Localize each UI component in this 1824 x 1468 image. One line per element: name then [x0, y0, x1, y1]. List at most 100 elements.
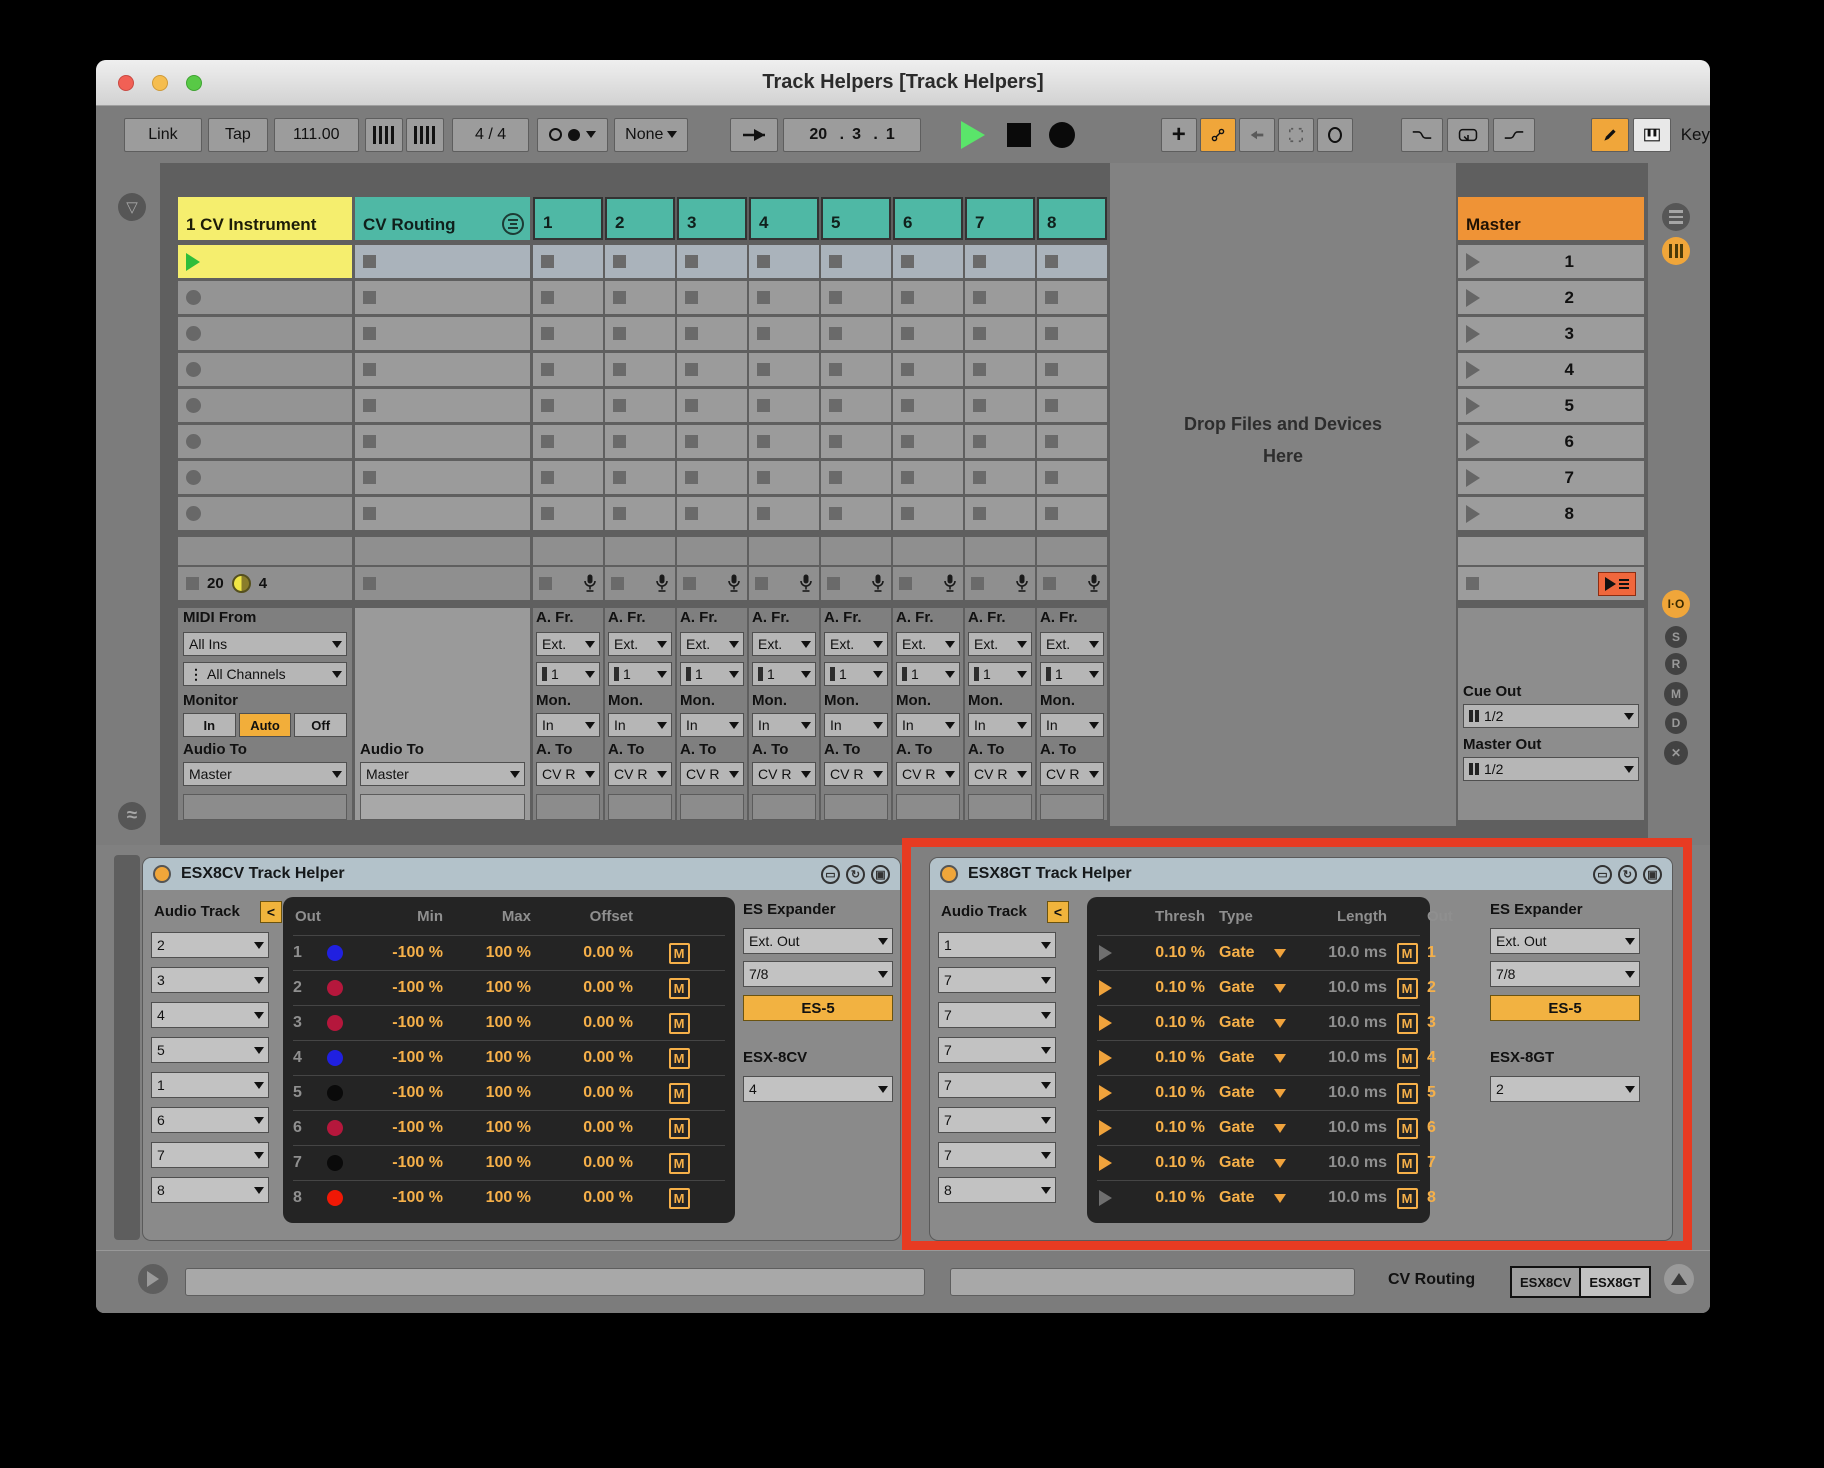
clip-stop-icon[interactable]	[541, 291, 554, 304]
clip-stop-icon[interactable]	[829, 399, 842, 412]
clip-slot[interactable]	[749, 281, 819, 314]
clip-slot[interactable]	[893, 281, 963, 314]
type-dropdown-icon[interactable]	[1274, 1194, 1286, 1203]
length-value[interactable]: 10.0 ms	[1293, 1014, 1387, 1032]
clip-stop-icon[interactable]	[973, 507, 986, 520]
clip-slot[interactable]	[749, 317, 819, 350]
loop-region-button[interactable]	[1447, 118, 1489, 152]
clip-slot[interactable]	[178, 497, 352, 530]
length-value[interactable]: 10.0 ms	[1293, 1084, 1387, 1102]
min-value[interactable]: -100 %	[355, 1154, 443, 1172]
group-slot[interactable]	[355, 461, 530, 494]
length-value[interactable]: 10.0 ms	[1293, 944, 1387, 962]
clip-slot[interactable]	[893, 245, 963, 278]
midi-from-select[interactable]: All Ins	[183, 632, 347, 656]
audio-track-select[interactable]: 7	[938, 1142, 1056, 1168]
clip-stop-icon[interactable]	[1045, 291, 1058, 304]
save-icon[interactable]: ▣	[871, 865, 890, 884]
clip-stop-icon[interactable]	[613, 327, 626, 340]
track-stop-button[interactable]	[683, 577, 696, 590]
tap-tempo-button[interactable]: Tap	[208, 118, 268, 152]
input-channel-select[interactable]: 1	[680, 662, 744, 686]
mute-button[interactable]: M	[1397, 1118, 1418, 1139]
clip-stop-icon[interactable]	[829, 363, 842, 376]
clip-stop-icon[interactable]	[901, 291, 914, 304]
clip-stop-icon[interactable]	[613, 255, 626, 268]
info-field-left[interactable]	[185, 1268, 925, 1296]
clip-stop-icon[interactable]	[973, 399, 986, 412]
group-slot[interactable]	[355, 389, 530, 422]
show-device-view-button[interactable]	[1664, 1264, 1694, 1294]
clip-slot[interactable]	[533, 281, 603, 314]
track-delay-box[interactable]	[608, 794, 672, 820]
clip-stop-icon[interactable]	[541, 399, 554, 412]
clip-stop-icon[interactable]	[685, 399, 698, 412]
master-out-select[interactable]: 1/2	[1463, 757, 1639, 781]
max-value[interactable]: 100 %	[443, 1014, 531, 1032]
clip-slot[interactable]	[893, 497, 963, 530]
offset-value[interactable]: 0.00 %	[531, 1189, 633, 1207]
clip-slot[interactable]	[749, 389, 819, 422]
back-to-arrangement-button[interactable]	[1598, 572, 1636, 596]
scene-play-icon[interactable]	[1466, 505, 1480, 523]
clip-stop-icon[interactable]	[901, 435, 914, 448]
track-header-numbered[interactable]: 8	[1037, 197, 1107, 240]
audio-track-select[interactable]: 7	[151, 1142, 269, 1168]
scene-row[interactable]: 6	[1458, 425, 1644, 458]
track-delay-box[interactable]	[1040, 794, 1104, 820]
thresh-value[interactable]: 0.10 %	[1123, 944, 1205, 962]
mute-button[interactable]: M	[1397, 1188, 1418, 1209]
clip-slot[interactable]	[749, 497, 819, 530]
min-value[interactable]: -100 %	[355, 979, 443, 997]
info-field-right[interactable]	[950, 1268, 1355, 1296]
clip-slot[interactable]	[533, 317, 603, 350]
clip-slot[interactable]	[821, 245, 891, 278]
track-header-numbered[interactable]: 2	[605, 197, 675, 240]
clip-slot[interactable]	[677, 425, 747, 458]
io-section-toggle[interactable]: I·O	[1662, 590, 1690, 618]
clip-stop-icon[interactable]	[186, 434, 201, 449]
crossfader-section-toggle[interactable]: ✕	[1664, 741, 1688, 765]
audio-from-select[interactable]: Ext.	[680, 632, 744, 656]
loop-button[interactable]	[1317, 118, 1353, 152]
track-delay-box[interactable]	[968, 794, 1032, 820]
clip-slot[interactable]	[749, 425, 819, 458]
thresh-value[interactable]: 0.10 %	[1123, 1119, 1205, 1137]
clip-slot[interactable]	[178, 389, 352, 422]
clip-stop-icon[interactable]	[541, 255, 554, 268]
offset-value[interactable]: 0.00 %	[531, 979, 633, 997]
audio-track-select[interactable]: 6	[151, 1107, 269, 1133]
clip-stop-icon[interactable]	[829, 471, 842, 484]
clip-stop-icon[interactable]	[1045, 255, 1058, 268]
track-header-cv-routing[interactable]: CV Routing	[355, 197, 530, 240]
clip-stop-icon[interactable]	[757, 471, 770, 484]
mixer-view-icon[interactable]	[1662, 237, 1690, 265]
type-dropdown-icon[interactable]	[1274, 1054, 1286, 1063]
max-value[interactable]: 100 %	[443, 1084, 531, 1102]
monitor-select[interactable]: In	[752, 713, 816, 737]
group-slot[interactable]	[355, 497, 530, 530]
monitor-off-button[interactable]: Off	[294, 713, 347, 737]
max-value[interactable]: 100 %	[443, 979, 531, 997]
clip-slot[interactable]	[893, 461, 963, 494]
clip-stop-icon[interactable]	[186, 398, 201, 413]
es5-button[interactable]: ES-5	[743, 995, 893, 1021]
save-icon[interactable]: ▣	[1643, 865, 1662, 884]
clip-stop-icon[interactable]	[541, 471, 554, 484]
clip-slot[interactable]	[821, 353, 891, 386]
clip-stop-icon[interactable]	[829, 507, 842, 520]
mute-button[interactable]: M	[1397, 978, 1418, 999]
returns-section-toggle[interactable]: R	[1665, 653, 1687, 675]
length-value[interactable]: 10.0 ms	[1293, 1049, 1387, 1067]
mute-button[interactable]: M	[669, 1188, 690, 1209]
scene-play-icon[interactable]	[1466, 469, 1480, 487]
group-stop-icon[interactable]	[363, 327, 376, 340]
clip-slot[interactable]	[821, 389, 891, 422]
audio-from-select[interactable]: Ext.	[752, 632, 816, 656]
audio-track-select[interactable]: 5	[151, 1037, 269, 1063]
type-value[interactable]: Gate	[1205, 1154, 1267, 1172]
track-header-numbered[interactable]: 3	[677, 197, 747, 240]
clip-stop-icon[interactable]	[757, 255, 770, 268]
clip-stop-icon[interactable]	[829, 291, 842, 304]
fade-out-button[interactable]	[1401, 118, 1443, 152]
